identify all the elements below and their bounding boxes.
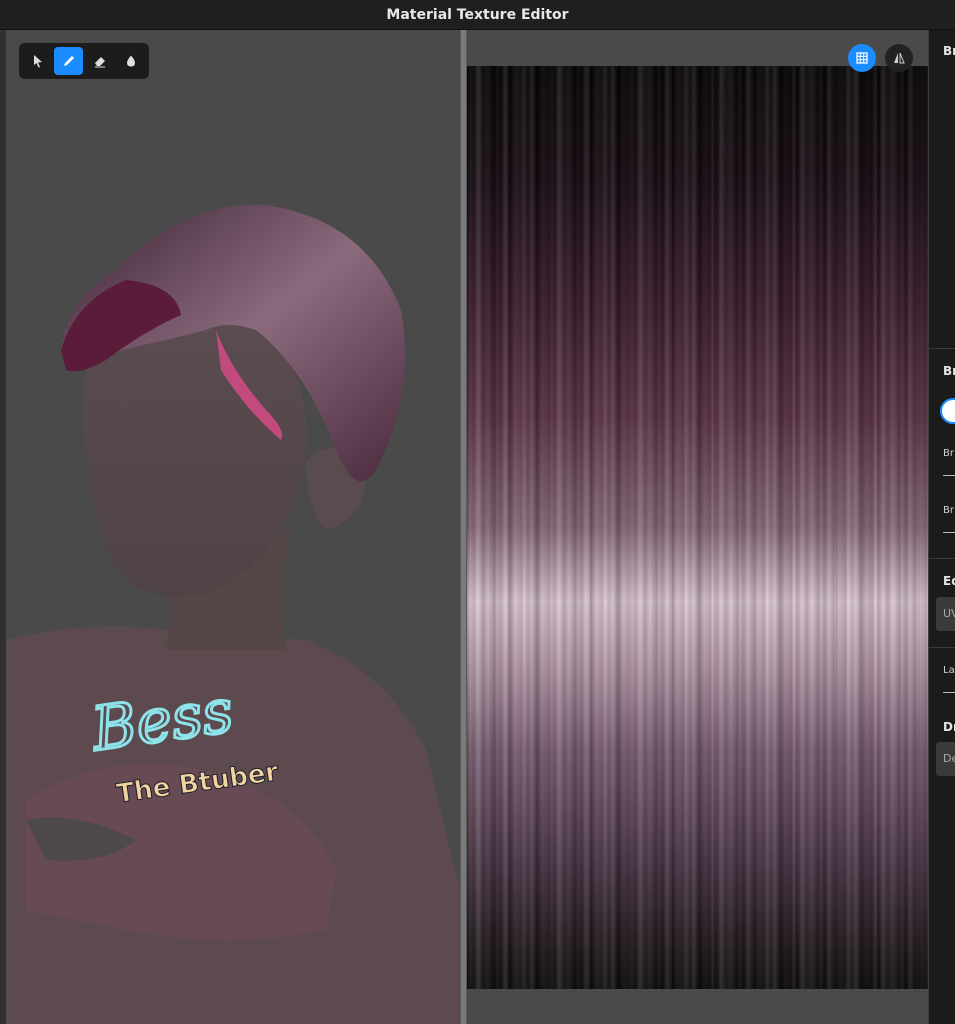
brush-tool-button[interactable] [54,47,83,75]
cursor-arrow-icon [33,55,42,68]
model-viewport[interactable]: Bess The Btuber [6,30,460,1024]
section-brush-props-header: Br [943,364,955,378]
brush-label-2: Br [943,505,954,516]
mirror-toggle-button[interactable] [885,44,913,72]
grid-icon [856,52,868,64]
brush-slider-1[interactable] [943,475,955,476]
eraser-tool-button[interactable] [85,47,114,75]
section-brush-header: Br [943,44,955,58]
layer-label: La [943,665,955,676]
section-edit-header: Ed [943,574,955,588]
grid-toggle-button[interactable] [848,44,876,72]
tool-palette [19,43,149,79]
texture-pane [467,30,928,1024]
pencil-icon [63,56,74,66]
character-model[interactable]: Bess The Btuber [6,30,460,1024]
window-title: Material Texture Editor [386,6,569,23]
brush-slider-2[interactable] [943,532,955,533]
title-bar: Material Texture Editor [0,0,955,30]
layer-slider[interactable] [943,692,955,693]
divider [929,647,955,648]
uv-select[interactable]: UV [936,597,955,631]
divider [929,348,955,349]
properties-sidebar: Br Br Br Br Ed UV La Dr De [928,30,955,1024]
fill-tool-button[interactable] [116,47,145,75]
draw-mode-select[interactable]: De [936,742,955,776]
mirror-symmetry-icon [894,52,905,64]
divider [929,558,955,559]
texture-canvas[interactable] [467,66,928,989]
pane-splitter[interactable] [460,30,467,1024]
brush-shape-radio[interactable] [940,398,955,424]
select-tool-button[interactable] [23,47,52,75]
drop-icon [126,55,135,67]
section-draw-header: Dr [943,720,955,734]
brush-label-1: Br [943,448,954,459]
eraser-icon [94,57,105,68]
